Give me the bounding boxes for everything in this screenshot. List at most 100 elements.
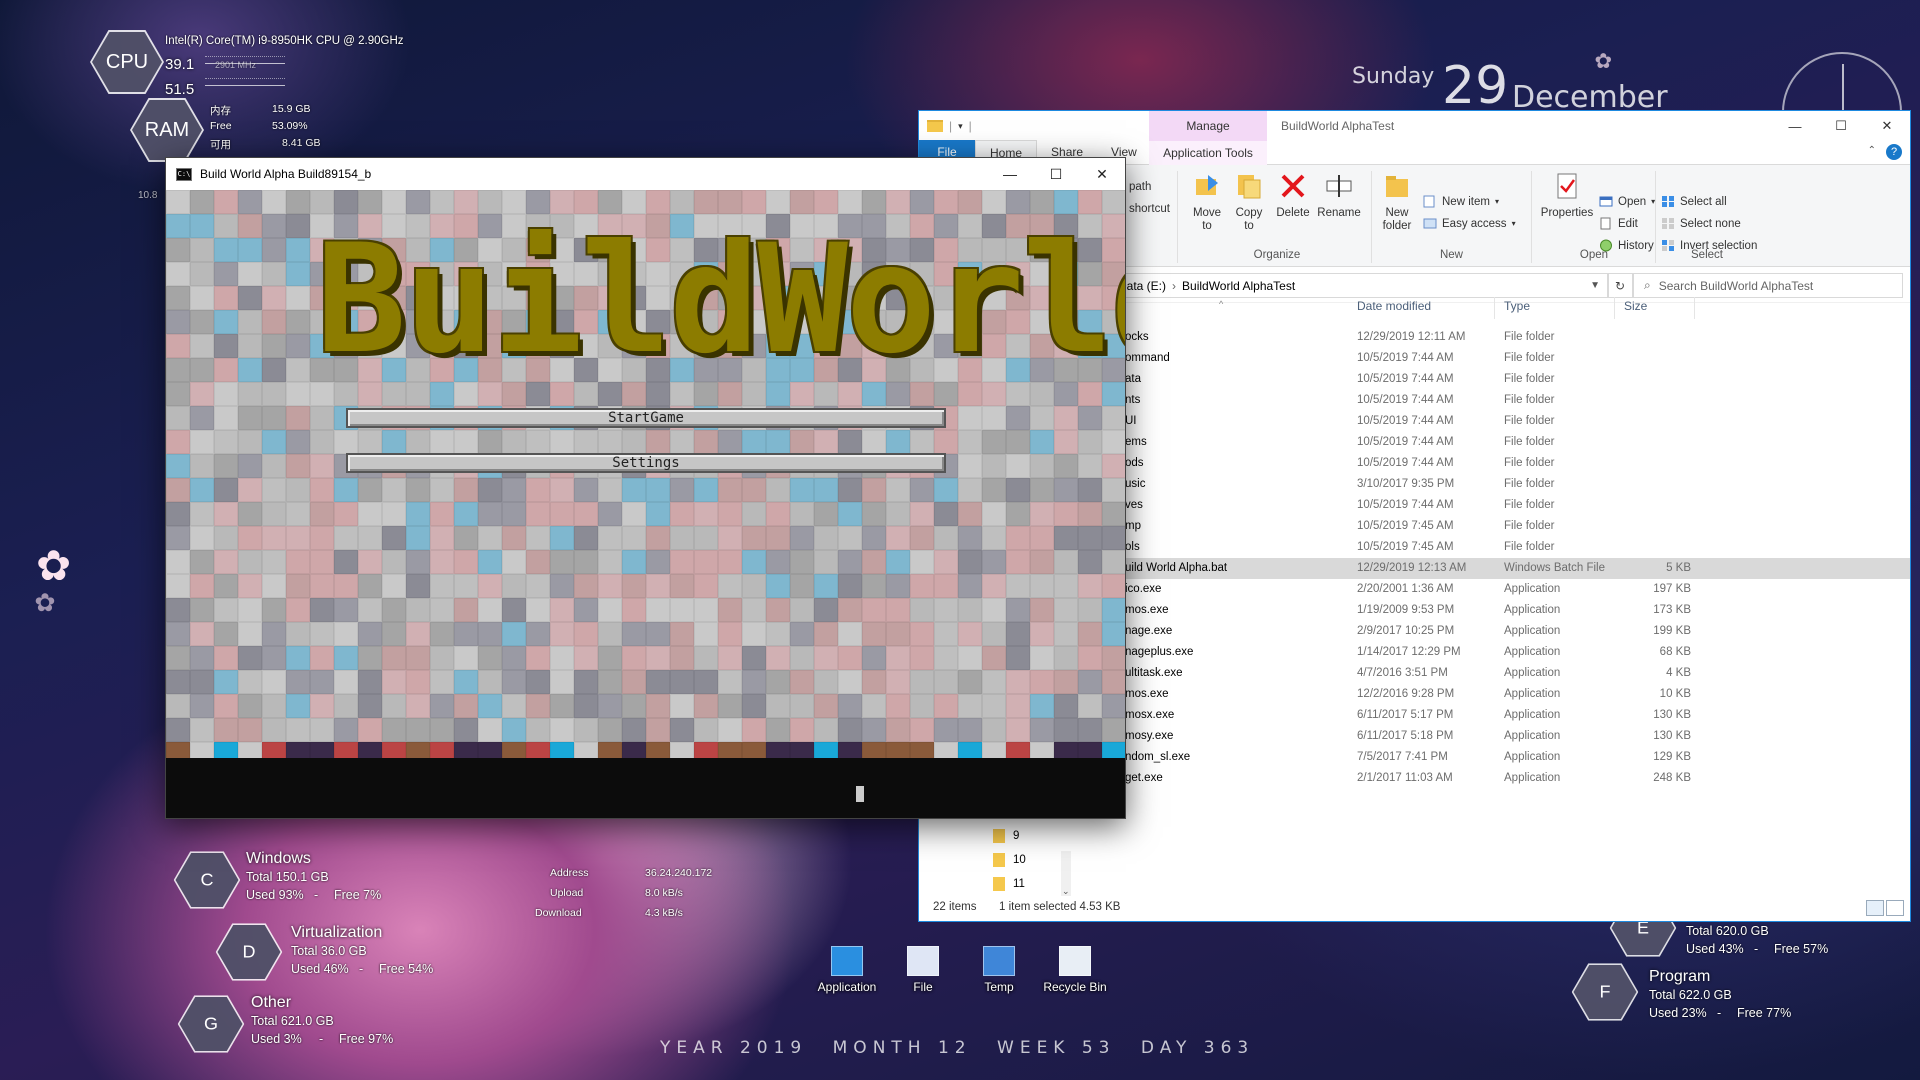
drive-total: Total 36.0 GB — [291, 944, 367, 958]
address-bar[interactable]: Data (E:) › BuildWorld AlphaTest ▼ — [1109, 273, 1609, 298]
file-name: ata — [1125, 373, 1141, 385]
folder-icon — [993, 853, 1005, 867]
text-cursor — [856, 786, 864, 802]
file-type: File folder — [1504, 331, 1555, 343]
drive-free: Free 77% — [1737, 1006, 1792, 1020]
application-folder-icon — [831, 946, 863, 976]
temp-icon — [983, 946, 1015, 976]
search-input[interactable]: ⌕ Search BuildWorld AlphaTest — [1633, 273, 1903, 298]
address-folder[interactable]: BuildWorld AlphaTest — [1182, 279, 1295, 293]
delete-icon — [1281, 174, 1305, 198]
maximize-button[interactable]: ☐ — [1033, 158, 1079, 190]
explorer-window-title: BuildWorld AlphaTest — [1281, 119, 1395, 133]
close-button[interactable]: ✕ — [1864, 111, 1910, 141]
help-icon[interactable]: ? — [1886, 144, 1902, 160]
desktop-icon[interactable]: File — [886, 946, 960, 994]
file-date: 4/7/2016 3:51 PM — [1357, 667, 1448, 679]
file-size: 5 KB — [1666, 562, 1691, 574]
properties-button[interactable]: Properties — [1539, 171, 1595, 219]
group-organize-label: Organize — [1253, 249, 1301, 261]
file-size: 130 KB — [1653, 730, 1691, 742]
desktop-icon[interactable]: Temp — [962, 946, 1036, 994]
easy-access-button[interactable]: Easy access ▾ — [1423, 217, 1516, 230]
file-name: nageplus.exe — [1125, 646, 1194, 658]
file-type: Application — [1504, 583, 1561, 595]
cpu-mhz: 2901 MHz — [215, 60, 257, 70]
ram-row-label: Free — [210, 120, 232, 132]
chevron-down-icon[interactable]: ▼ — [1590, 280, 1600, 291]
file-date: 2/9/2017 10:25 PM — [1357, 625, 1455, 637]
drive-hex: F — [1571, 963, 1639, 1021]
settings-button[interactable]: Settings — [346, 453, 946, 473]
file-date: 10/5/2019 7:44 AM — [1357, 499, 1454, 511]
collapse-ribbon-icon[interactable]: ⌃ — [1868, 145, 1876, 156]
new-item-button[interactable]: New item ▾ — [1423, 195, 1499, 208]
select-none-button[interactable]: Select none — [1661, 217, 1741, 230]
rename-button[interactable]: Rename — [1315, 171, 1363, 219]
nav-folder-item[interactable]: 9 — [993, 829, 1019, 843]
copy-path-button[interactable]: path — [1129, 181, 1151, 193]
file-name: mosx.exe — [1125, 709, 1175, 721]
desktop-icon[interactable]: Application — [810, 946, 884, 994]
edit-icon — [1600, 217, 1611, 230]
select-all-icon — [1662, 196, 1674, 207]
large-icons-view-button[interactable] — [1886, 900, 1904, 916]
group-open-label: Open — [1579, 249, 1609, 261]
copy-to-button[interactable]: Copy to — [1229, 171, 1269, 233]
desktop-icon-label: File — [913, 980, 933, 994]
close-button[interactable]: ✕ — [1079, 158, 1125, 190]
download-value: 4.3 kB/s — [645, 907, 683, 919]
move-to-button[interactable]: Move to — [1187, 171, 1227, 233]
address-value: 36.24.240.172 — [645, 867, 713, 879]
file-name: ico.exe — [1125, 583, 1162, 595]
cpu-value-1: 39.1 — [165, 56, 195, 73]
edit-button[interactable]: Edit — [1599, 217, 1638, 230]
ram-row-value: 15.9 GB — [272, 103, 311, 115]
desktop-icon[interactable]: Recycle Bin — [1038, 946, 1112, 994]
new-folder-button[interactable]: New folder — [1377, 171, 1417, 233]
file-date: 10/5/2019 7:44 AM — [1357, 415, 1454, 427]
column-header-date[interactable]: Date modified — [1357, 299, 1431, 323]
file-date: 3/10/2017 9:35 PM — [1357, 478, 1455, 490]
explorer-titlebar: | ▾ | Manage BuildWorld AlphaTest — ☐ ✕ — [919, 111, 1910, 141]
file-size: 129 KB — [1653, 751, 1691, 763]
file-date: 2/20/2001 1:36 AM — [1357, 583, 1454, 595]
maximize-button[interactable]: ☐ — [1818, 111, 1864, 141]
drive-used: Used 93% — [246, 888, 304, 902]
minimize-button[interactable]: — — [1772, 111, 1818, 141]
file-type: File folder — [1504, 352, 1555, 364]
delete-button[interactable]: Delete — [1273, 171, 1313, 219]
select-all-button[interactable]: Select all — [1661, 195, 1727, 208]
file-date: 6/11/2017 5:17 PM — [1357, 709, 1454, 721]
group-new-label: New — [1439, 249, 1463, 261]
drive-hex: G — [177, 995, 245, 1053]
start-game-button[interactable]: StartGame — [346, 408, 946, 428]
sort-arrow-icon[interactable]: ^ — [1219, 299, 1223, 309]
drive-letter: G — [203, 1013, 219, 1034]
minimize-button[interactable]: — — [987, 158, 1033, 190]
refresh-icon[interactable]: ↻ — [1607, 273, 1633, 298]
column-header-type[interactable]: Type — [1504, 299, 1530, 323]
blossom-icon — [36, 541, 72, 590]
date-day: DAY 363 — [1140, 1038, 1255, 1058]
open-button[interactable]: Open ▾ — [1599, 195, 1655, 208]
file-name: mos.exe — [1125, 604, 1169, 616]
nav-folder-item[interactable]: 11 — [993, 877, 1025, 891]
tab-manage[interactable]: Manage — [1149, 111, 1267, 141]
column-header-size[interactable]: Size — [1624, 299, 1647, 323]
tab-application-tools[interactable]: Application Tools — [1149, 141, 1267, 165]
quick-access-dropdown-icon[interactable]: ▾ — [958, 121, 963, 132]
file-name: uild World Alpha.bat — [1125, 562, 1228, 574]
file-date: 2/1/2017 11:03 AM — [1357, 772, 1453, 784]
game-canvas[interactable]: BuildWorld StartGame Settings — [166, 190, 1125, 758]
file-name: ndom_sl.exe — [1125, 751, 1191, 763]
file-date: 10/5/2019 7:44 AM — [1357, 436, 1454, 448]
file-type: File folder — [1504, 436, 1555, 448]
nav-folder-item[interactable]: 10 — [993, 853, 1026, 867]
drive-used: Used 23% — [1649, 1006, 1707, 1020]
drive-name: Virtualization — [291, 924, 383, 941]
paste-shortcut-button[interactable]: shortcut — [1129, 203, 1170, 215]
nav-folder-label: 9 — [1013, 830, 1020, 842]
clock-weekday: Sunday — [1352, 64, 1435, 89]
details-view-button[interactable] — [1866, 900, 1884, 916]
